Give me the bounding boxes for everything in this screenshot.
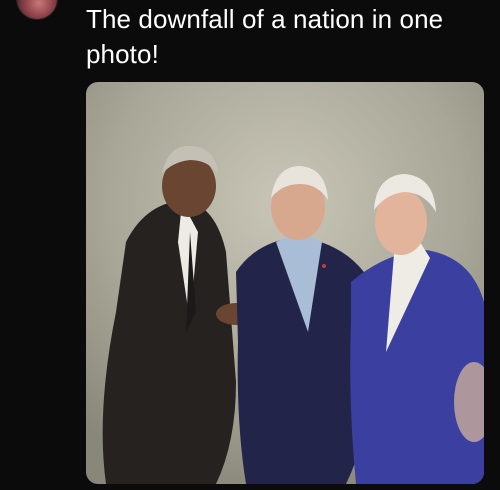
- author-avatar-group[interactable]: [16, 0, 60, 22]
- avatar[interactable]: [16, 0, 58, 20]
- post-image[interactable]: [86, 82, 484, 484]
- post-text: The downfall of a nation in one photo!: [86, 4, 444, 69]
